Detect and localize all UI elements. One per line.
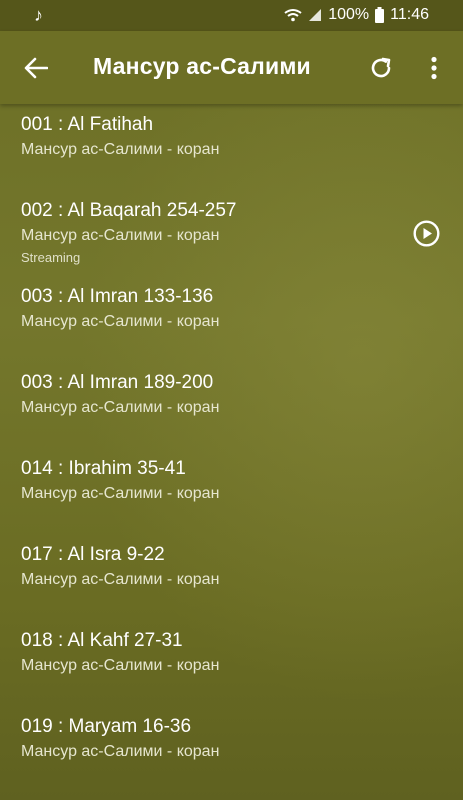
list-item[interactable]: 001 : Al Fatihah Мансур ас-Салими - кора… bbox=[0, 104, 463, 190]
app-bar: Мансур ас-Салими bbox=[0, 31, 463, 104]
track-title: 014 : Ibrahim 35-41 bbox=[21, 458, 186, 479]
track-title: 001 : Al Fatihah bbox=[21, 114, 154, 135]
list-item[interactable]: 014 : Ibrahim 35-41 Мансур ас-Салими - к… bbox=[0, 448, 463, 534]
list-item[interactable]: 003 : Al Imran 133-136 Мансур ас-Салими … bbox=[0, 276, 463, 362]
track-subtitle: Мансур ас-Салими - коран bbox=[21, 571, 220, 588]
more-options-icon[interactable] bbox=[424, 53, 444, 83]
signal-icon bbox=[308, 8, 322, 22]
battery-percent: 100% bbox=[328, 6, 370, 23]
play-icon[interactable] bbox=[413, 220, 440, 247]
track-subtitle: Мансур ас-Салими - коран bbox=[21, 313, 220, 330]
status-bar: ♪ 100% 11:46 bbox=[0, 0, 463, 31]
track-title: 018 : Al Kahf 27-31 bbox=[21, 630, 183, 651]
clock: 11:46 bbox=[390, 6, 429, 23]
page-title: Мансур ас-Салими bbox=[93, 53, 311, 79]
track-status: Streaming bbox=[21, 250, 81, 265]
refresh-icon[interactable] bbox=[368, 55, 394, 81]
list-item[interactable]: 017 : Al Isra 9-22 Мансур ас-Салими - ко… bbox=[0, 534, 463, 620]
track-title: 002 : Al Baqarah 254-257 bbox=[21, 200, 237, 221]
track-subtitle: Мансур ас-Салими - коран bbox=[21, 399, 220, 416]
track-title: 003 : Al Imran 133-136 bbox=[21, 286, 214, 307]
track-subtitle: Мансур ас-Салими - коран bbox=[21, 485, 220, 502]
track-title: 003 : Al Imran 189-200 bbox=[21, 372, 214, 393]
track-title: 017 : Al Isra 9-22 bbox=[21, 544, 165, 565]
wifi-icon bbox=[284, 8, 302, 22]
track-subtitle: Мансур ас-Салими - коран bbox=[21, 141, 220, 158]
track-title: 019 : Maryam 16-36 bbox=[21, 716, 192, 737]
music-note-icon: ♪ bbox=[34, 5, 43, 25]
track-subtitle: Мансур ас-Салими - коран bbox=[21, 743, 220, 760]
track-subtitle: Мансур ас-Салими - коран bbox=[21, 657, 220, 674]
list-item[interactable]: 003 : Al Imran 189-200 Мансур ас-Салими … bbox=[0, 362, 463, 448]
list-item[interactable]: 019 : Maryam 16-36 Мансур ас-Салими - ко… bbox=[0, 706, 463, 792]
list-item[interactable]: 018 : Al Kahf 27-31 Мансур ас-Салими - к… bbox=[0, 620, 463, 706]
back-arrow-icon[interactable] bbox=[22, 55, 50, 81]
battery-icon bbox=[375, 7, 385, 23]
list-item[interactable]: 002 : Al Baqarah 254-257 Мансур ас-Салим… bbox=[0, 190, 463, 276]
track-subtitle: Мансур ас-Салими - коран bbox=[21, 227, 220, 244]
